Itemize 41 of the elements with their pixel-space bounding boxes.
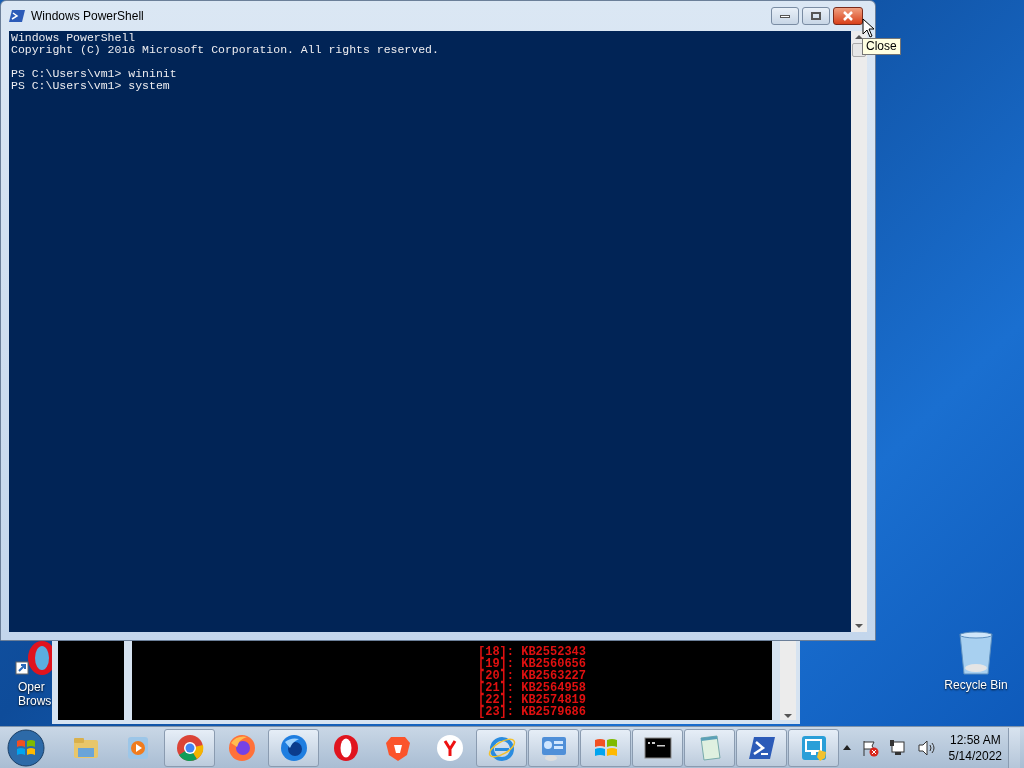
clock[interactable]: 12:58 AM 5/14/2022 xyxy=(942,731,1008,764)
flag-error-icon[interactable] xyxy=(860,738,879,757)
fox-icon xyxy=(226,732,257,763)
volume-icon[interactable] xyxy=(916,738,937,757)
console-line: [21]: KB2564958 xyxy=(477,682,586,694)
yandex-icon xyxy=(434,732,465,763)
scroll-down-icon[interactable] xyxy=(784,714,792,718)
taskbar-button[interactable] xyxy=(268,728,319,767)
icon-label: Oper xyxy=(17,680,45,694)
taskbar-button[interactable] xyxy=(632,728,683,767)
chrome-icon xyxy=(174,732,205,763)
scrollbar[interactable] xyxy=(851,31,867,632)
console-line: [18]: KB2552343 xyxy=(477,646,586,658)
console-line: [22]: KB2574819 xyxy=(477,694,586,706)
taskbar-button[interactable] xyxy=(736,728,787,767)
console-line: PS C:\Users\vm1> system xyxy=(11,80,171,92)
network-icon[interactable] xyxy=(888,738,907,757)
close-icon xyxy=(842,11,854,21)
start-button[interactable] xyxy=(4,727,48,768)
tooltip: Close xyxy=(862,38,901,55)
icon-label: Recycle Bin xyxy=(944,678,1008,692)
icon-label: Brows xyxy=(17,694,52,708)
minimize-button[interactable] xyxy=(771,7,799,25)
maximize-button[interactable] xyxy=(802,7,830,25)
bird-icon xyxy=(278,732,309,763)
console-line: Windows PowerShell xyxy=(11,32,137,44)
recycle-bin-icon[interactable] xyxy=(956,630,996,678)
cursor-icon xyxy=(862,18,874,38)
console-line: Copyright (C) 2016 Microsoft Corporation. All rights reserved. xyxy=(11,44,440,56)
console-area[interactable]: Windows PowerShell Copyright (C) 2016 Microsoft Corporation. All rights reserved. PS C:\Users\vm1> wininit PS C:\Users\vm1> system xyxy=(9,31,851,632)
scrollbar[interactable] xyxy=(780,640,796,720)
scroll-down-icon[interactable] xyxy=(855,624,863,628)
console-line: [20]: KB2563227 xyxy=(477,670,586,682)
close-button[interactable] xyxy=(833,7,863,25)
console-line: [19]: KB2560656 xyxy=(477,658,586,670)
windows-orb-icon xyxy=(7,728,45,767)
show-hidden-icon[interactable] xyxy=(842,745,851,750)
console-line: PS C:\Users\vm1> wininit xyxy=(11,68,178,80)
console-line: [23]: KB2579686 xyxy=(477,706,586,718)
powershell-icon xyxy=(9,8,25,24)
window-title: Windows PowerShell xyxy=(31,8,144,25)
